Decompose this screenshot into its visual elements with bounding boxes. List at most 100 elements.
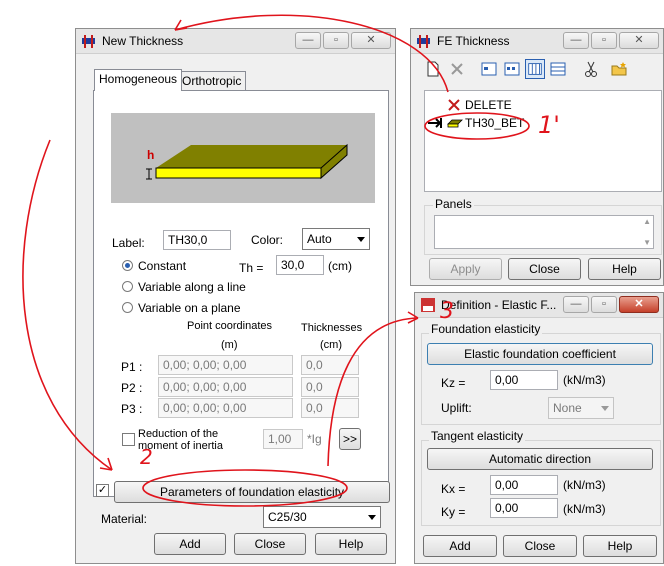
help-button[interactable]: Help <box>315 533 387 555</box>
view-grid-icon[interactable] <box>525 59 545 79</box>
add-button[interactable]: Add <box>154 533 226 555</box>
chevron-down-icon <box>368 515 376 520</box>
foundation-elasticity-button[interactable]: Parameters of foundation elasticity <box>114 481 390 503</box>
ky-caption: Ky = <box>441 505 466 519</box>
new-thickness-window: New Thickness — ▫ ✕ Homogeneous Orthotro… <box>75 28 396 564</box>
preview-h-label: h <box>147 148 155 162</box>
uplift-select-value: None <box>553 401 582 415</box>
help-button[interactable]: Help <box>588 258 661 280</box>
apply-button[interactable]: Apply <box>429 258 502 280</box>
p3-thickness-input[interactable]: 0,0 <box>301 398 359 418</box>
th-input[interactable]: 30,0 <box>276 255 324 275</box>
view-table-icon[interactable] <box>548 59 568 79</box>
tangent-group-caption: Tangent elasticity <box>429 429 526 443</box>
automatic-direction-button[interactable]: Automatic direction <box>427 448 653 470</box>
fe-thickness-titlebar[interactable]: FE Thickness — ▫ ✕ <box>411 29 663 54</box>
elastic-foundation-coefficient-button[interactable]: Elastic foundation coefficient <box>427 343 653 365</box>
label-input[interactable]: TH30,0 <box>163 230 231 250</box>
kx-input[interactable]: 0,00 <box>490 475 558 495</box>
reduction-label-line2: moment of inertia <box>138 440 223 452</box>
radio-constant[interactable] <box>122 260 133 271</box>
kz-input[interactable]: 0,00 <box>490 370 558 390</box>
foundation-group-caption: Foundation elasticity <box>429 322 543 336</box>
kz-unit: (kN/m3) <box>563 373 606 387</box>
chevron-down-icon <box>601 406 609 411</box>
delete-icon[interactable] <box>447 59 467 79</box>
chevron-down-icon <box>357 237 365 242</box>
p1-label: P1 : <box>121 360 143 374</box>
kx-unit: (kN/m3) <box>563 478 606 492</box>
thickness-preview: h <box>111 113 375 203</box>
minimize-icon[interactable]: — <box>563 32 589 49</box>
point-coords-unit: (m) <box>221 339 238 351</box>
close-button[interactable]: Close <box>503 535 577 557</box>
p3-label: P3 : <box>121 402 143 416</box>
scroll-down-icon[interactable]: ▼ <box>643 238 651 247</box>
material-select-value: C25/30 <box>268 510 307 524</box>
material-caption: Material: <box>101 512 148 526</box>
definition-titlebar[interactable]: Definition - Elastic F... — ▫ ✕ <box>415 293 663 318</box>
panels-caption: Panels <box>433 197 474 211</box>
panels-input[interactable]: ▲ ▼ <box>434 215 654 249</box>
view-list-icon[interactable] <box>479 59 499 79</box>
scissors-icon[interactable] <box>581 59 601 79</box>
radio-constant-label: Constant <box>138 259 187 273</box>
minimize-icon[interactable]: — <box>563 296 589 313</box>
uplift-select[interactable]: None <box>548 397 614 419</box>
thickness-list[interactable]: DELETE TH30_BET <box>424 90 662 192</box>
add-button[interactable]: Add <box>423 535 497 557</box>
reduction-more-button[interactable]: >> <box>339 428 361 450</box>
thickness-app-icon <box>82 35 95 48</box>
maximize-icon[interactable]: ▫ <box>323 32 349 49</box>
close-icon[interactable]: ✕ <box>619 296 659 313</box>
help-button[interactable]: Help <box>583 535 657 557</box>
ky-unit: (kN/m3) <box>563 502 606 516</box>
p1-thickness-input[interactable]: 0,0 <box>301 355 359 375</box>
slab-icon <box>447 119 463 128</box>
ky-input[interactable]: 0,00 <box>490 498 558 518</box>
p1-coords-input[interactable]: 0,00; 0,00; 0,00 <box>158 355 293 375</box>
fe-thickness-window: FE Thickness — ▫ ✕ DELETE TH30_BET Panel… <box>410 28 664 286</box>
kz-caption: Kz = <box>441 376 466 390</box>
close-icon[interactable]: ✕ <box>619 32 659 49</box>
foundation-checkbox[interactable]: ✓ <box>96 484 109 497</box>
p2-coords-input[interactable]: 0,00; 0,00; 0,00 <box>158 377 293 397</box>
minimize-icon[interactable]: — <box>295 32 321 49</box>
color-select-value: Auto <box>307 232 332 246</box>
p2-label: P2 : <box>121 381 143 395</box>
radio-variable-line[interactable] <box>122 281 133 292</box>
tab-orthotropic[interactable]: Orthotropic <box>177 71 247 91</box>
open-folder-icon[interactable] <box>609 59 629 79</box>
list-item[interactable]: DELETE <box>447 97 567 113</box>
new-thickness-titlebar[interactable]: New Thickness — ▫ ✕ <box>76 29 395 54</box>
window-title: Definition - Elastic F... <box>441 298 557 312</box>
list-item[interactable]: TH30_BET <box>427 115 567 131</box>
current-arrow-icon <box>428 118 442 128</box>
delete-x-icon <box>448 99 460 111</box>
robot-pro-icon <box>421 298 435 312</box>
color-select[interactable]: Auto <box>302 228 370 250</box>
label-caption: Label: <box>112 236 145 250</box>
close-button[interactable]: Close <box>234 533 306 555</box>
tab-homogeneous[interactable]: Homogeneous <box>94 69 183 91</box>
maximize-icon[interactable]: ▫ <box>591 296 617 313</box>
p2-thickness-input[interactable]: 0,0 <box>301 377 359 397</box>
material-select[interactable]: C25/30 <box>263 506 381 528</box>
p3-coords-input[interactable]: 0,00; 0,00; 0,00 <box>158 398 293 418</box>
reduction-input[interactable]: 1,00 <box>263 429 303 449</box>
th-caption: Th = <box>239 261 264 275</box>
window-title: FE Thickness <box>437 34 510 48</box>
maximize-icon[interactable]: ▫ <box>591 32 617 49</box>
reduction-checkbox[interactable] <box>122 433 135 446</box>
view-details-icon[interactable] <box>502 59 522 79</box>
radio-variable-plane[interactable] <box>122 302 133 313</box>
close-icon[interactable]: ✕ <box>351 32 391 49</box>
reduction-label-line1: Reduction of the <box>138 428 219 440</box>
close-button[interactable]: Close <box>508 258 581 280</box>
window-title: New Thickness <box>102 34 184 48</box>
list-item-label: DELETE <box>465 98 512 112</box>
thicknesses-header: Thicknesses <box>301 322 363 334</box>
new-document-icon[interactable] <box>423 59 443 79</box>
scroll-up-icon[interactable]: ▲ <box>643 217 651 226</box>
list-item-label: TH30_BET <box>465 116 525 130</box>
